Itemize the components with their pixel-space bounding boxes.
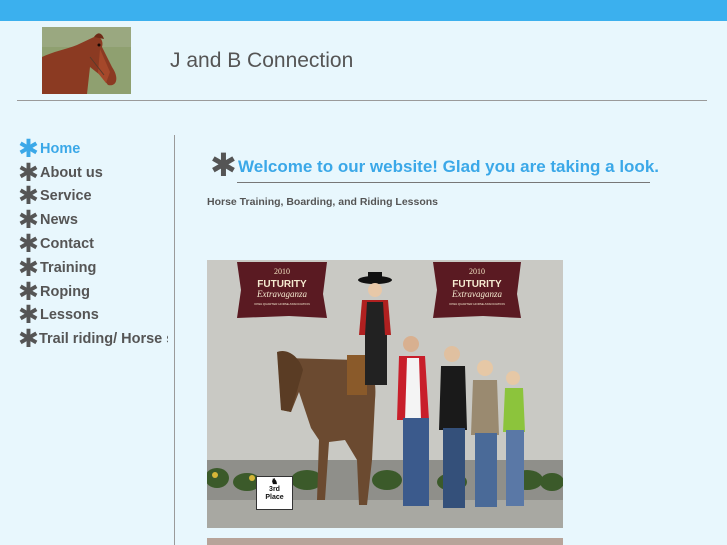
- asterisk-icon: ✱: [18, 137, 39, 163]
- sidebar-nav: ✱ Home ✱ About us ✱ Service ✱ News ✱ Con…: [18, 137, 168, 351]
- nav-item-roping[interactable]: ✱ Roping: [18, 276, 168, 306]
- nav-label: About us: [40, 164, 103, 181]
- nav-label: Contact: [40, 236, 94, 253]
- nav-label: News: [40, 212, 78, 229]
- asterisk-icon: ✱: [18, 276, 39, 306]
- banner-year: 2010: [274, 267, 290, 276]
- asterisk-icon: ✱: [18, 157, 39, 187]
- nav-item-home[interactable]: ✱ Home: [18, 137, 168, 161]
- horse-icon: ♞: [270, 477, 279, 486]
- top-bar: [0, 0, 727, 21]
- nav-label: Roping: [40, 283, 90, 300]
- nav-label: Service: [40, 188, 92, 205]
- nav-item-trail-riding[interactable]: ✱ Trail riding/ Horse s: [18, 324, 168, 352]
- nav-item-training[interactable]: ✱ Training: [18, 252, 168, 282]
- banner-line2: Extravaganza: [256, 289, 307, 299]
- futurity-banner-left: 2010 FUTURITY Extravaganza IOWA QUARTER …: [237, 262, 327, 318]
- welcome-underline: [237, 182, 650, 183]
- asterisk-icon: ✱: [18, 300, 39, 330]
- header-divider: [17, 100, 707, 101]
- nav-label: Training: [40, 259, 97, 276]
- banner-line3: IOWA QUARTER HORSE ASSOCIATION: [449, 302, 505, 306]
- place-card-text: 3rd Place: [265, 486, 284, 501]
- banner-year: 2010: [469, 267, 485, 276]
- asterisk-icon: ✱: [18, 229, 39, 259]
- asterisk-icon: ✱: [18, 205, 39, 235]
- nav-label: Lessons: [40, 307, 99, 324]
- place-card: ♞ 3rd Place: [256, 476, 293, 510]
- tagline: Horse Training, Boarding, and Riding Les…: [207, 196, 439, 208]
- welcome-heading: Welcome to our website! Glad you are tak…: [238, 157, 659, 176]
- asterisk-icon: ✱: [210, 146, 237, 184]
- asterisk-icon: ✱: [18, 181, 39, 211]
- sidebar-divider: [174, 135, 175, 545]
- banner-line2: Extravaganza: [451, 289, 502, 299]
- nav-label: Home: [40, 140, 81, 157]
- nav-item-about-us[interactable]: ✱ About us: [18, 157, 168, 187]
- nav-item-contact[interactable]: ✱ Contact: [18, 229, 168, 259]
- asterisk-icon: ✱: [18, 252, 39, 282]
- asterisk-icon: ✱: [18, 324, 39, 352]
- nav-item-lessons[interactable]: ✱ Lessons: [18, 300, 168, 330]
- banner-line3: IOWA QUARTER HORSE ASSOCIATION: [254, 302, 310, 306]
- nav-label: Trail riding/ Horse s: [38, 331, 168, 348]
- logo-horse-image[interactable]: [42, 27, 131, 94]
- nav-item-news[interactable]: ✱ News: [18, 205, 168, 235]
- second-photo-strip: [207, 538, 563, 545]
- nav-item-service[interactable]: ✱ Service: [18, 181, 168, 211]
- site-title: J and B Connection: [170, 49, 354, 72]
- futurity-banner-right: 2010 FUTURITY Extravaganza IOWA QUARTER …: [433, 262, 521, 318]
